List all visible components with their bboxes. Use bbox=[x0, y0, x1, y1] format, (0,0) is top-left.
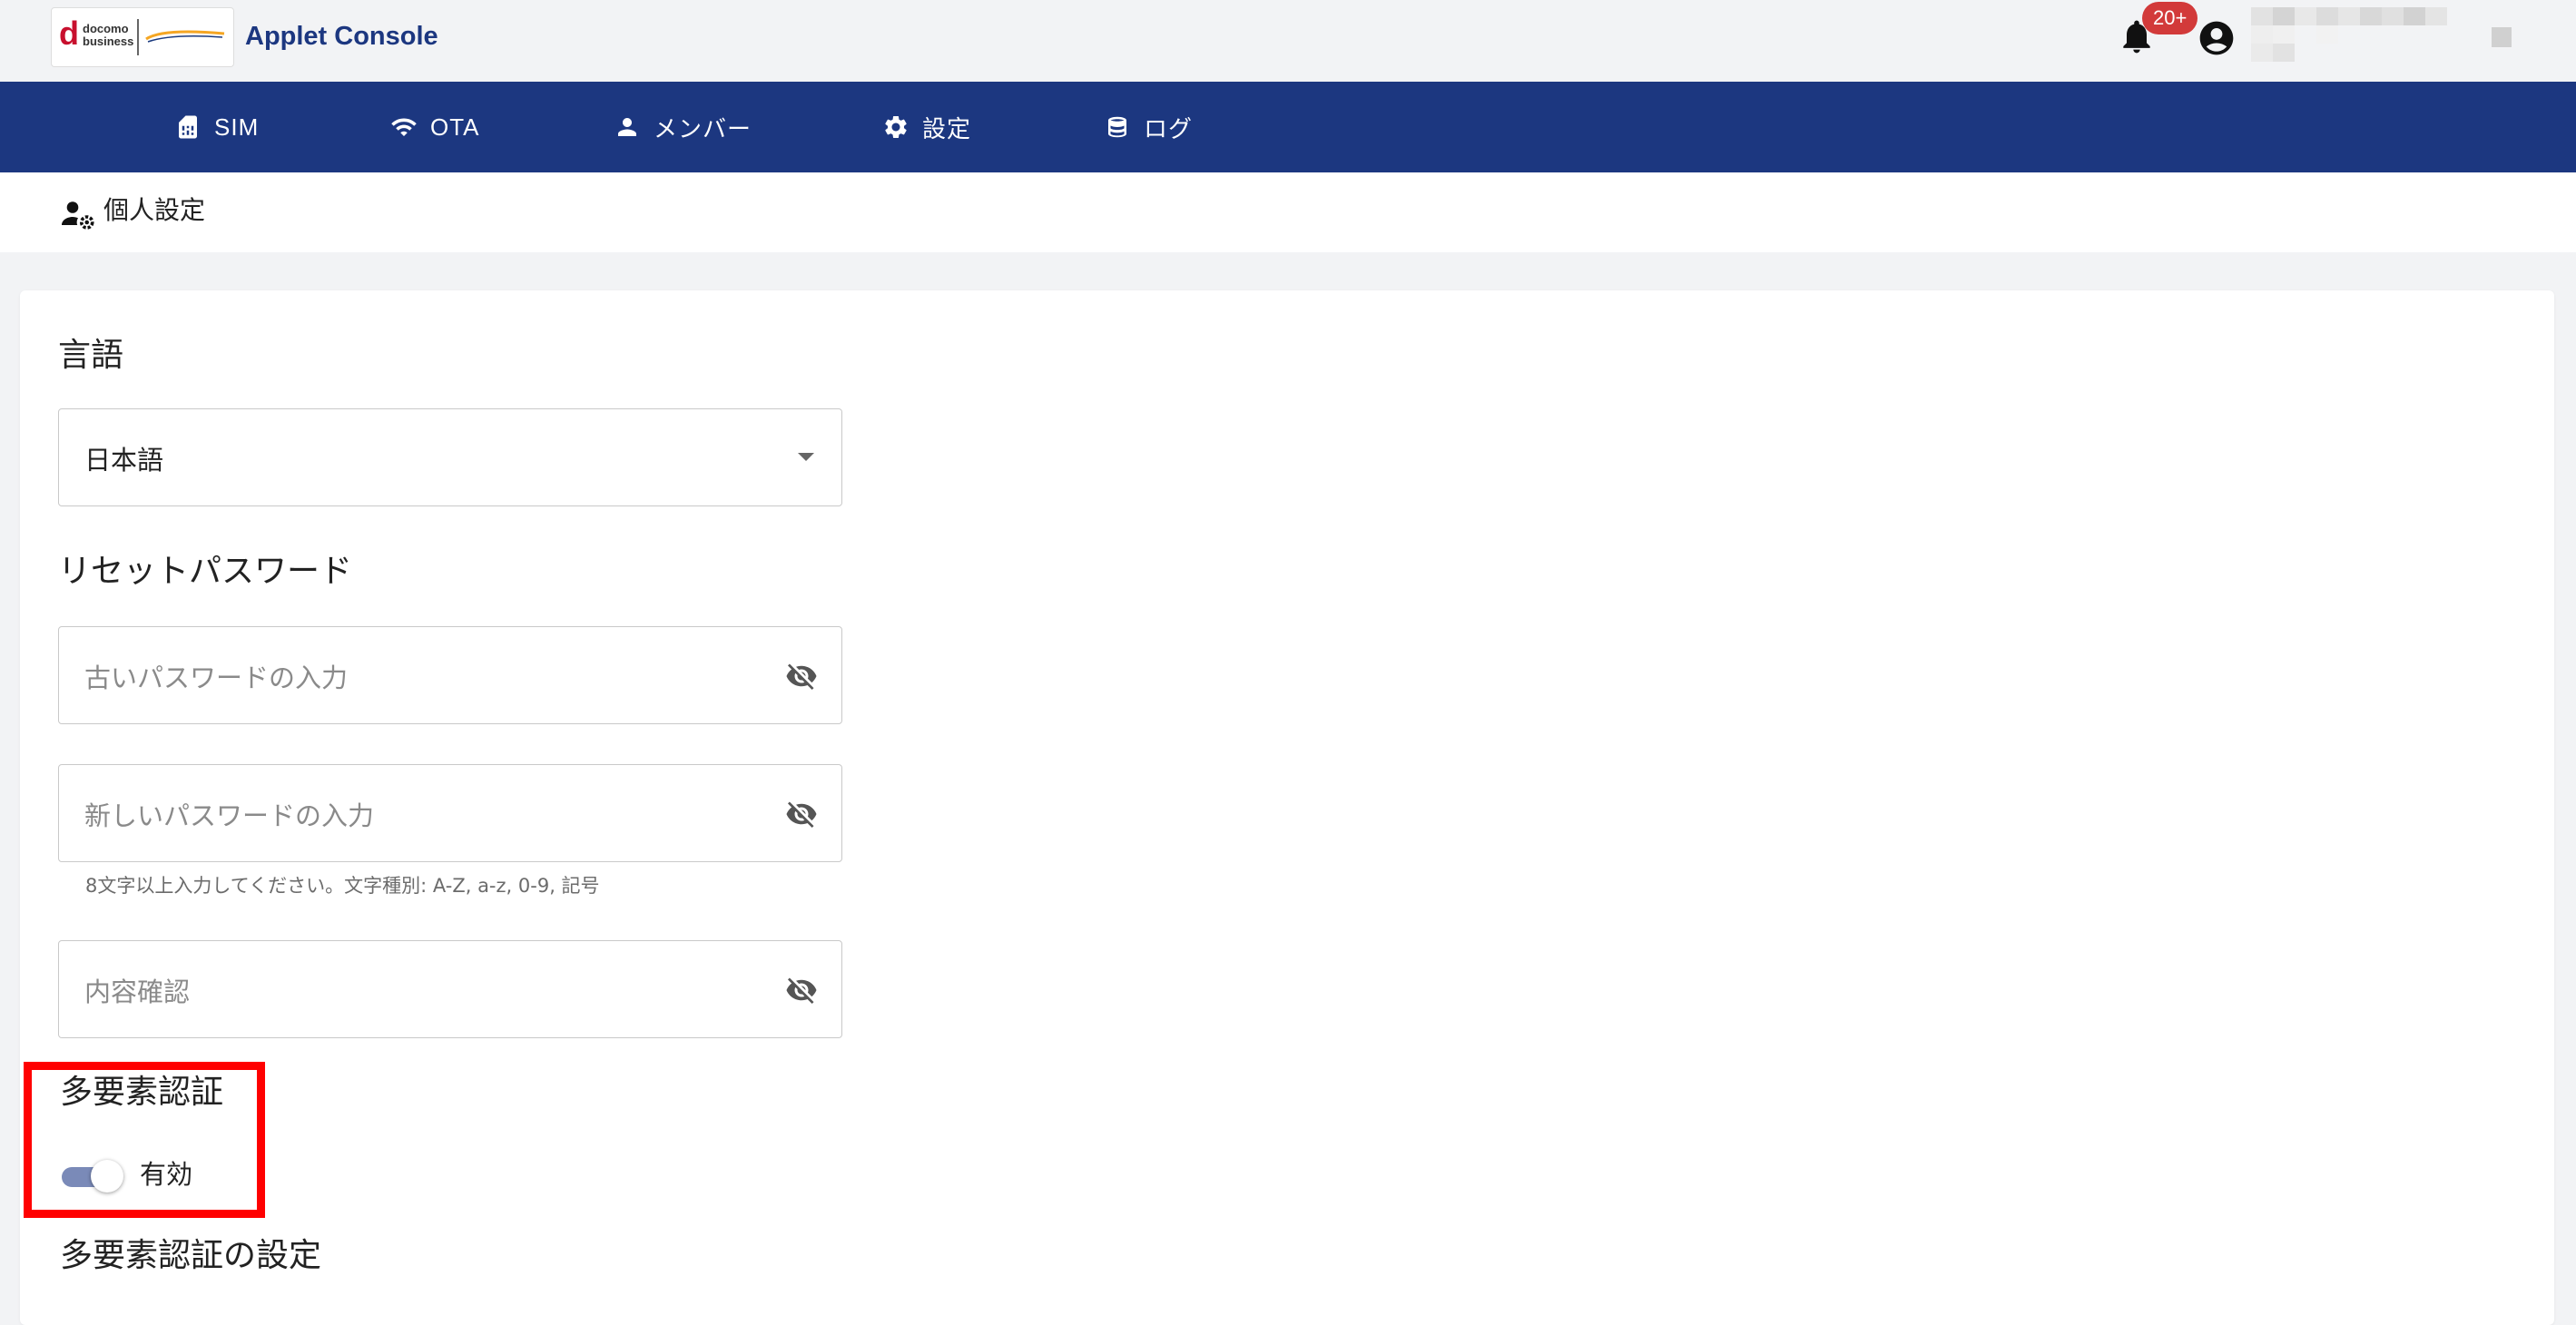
nav-item-label: OTA bbox=[430, 113, 480, 141]
notification-count-badge: 20+ bbox=[2142, 2, 2198, 34]
person-icon bbox=[618, 118, 636, 136]
visibility-off-icon[interactable] bbox=[782, 974, 821, 1006]
nav-item-ota[interactable]: OTA bbox=[390, 82, 480, 172]
nav-item-label: メンバー bbox=[654, 114, 752, 142]
password-hint: 8文字以上入力してください。文字種別: A-Z, a-z, 0-9, 記号 bbox=[85, 875, 600, 897]
main-nav: SIM OTA メンバー 設定 ログ bbox=[0, 82, 2576, 172]
sim-card-icon bbox=[179, 115, 197, 139]
brand-logo[interactable]: d docomo business bbox=[51, 7, 234, 67]
mfa-toggle-label: 有効 bbox=[140, 1159, 193, 1190]
top-header: d docomo business Applet Console 20+ bbox=[0, 0, 2576, 82]
new-password-placeholder: 新しいパスワードの入力 bbox=[84, 800, 375, 831]
mfa-toggle-switch[interactable] bbox=[62, 1160, 127, 1192]
logo-line-docomo: docomo bbox=[83, 22, 129, 35]
reset-password-section-title: リセットパスワード bbox=[58, 553, 353, 590]
nav-item-sim[interactable]: SIM bbox=[174, 82, 259, 172]
visibility-off-icon[interactable] bbox=[782, 660, 821, 692]
nav-item-logs[interactable]: ログ bbox=[1104, 82, 1193, 172]
visibility-off-icon[interactable] bbox=[782, 798, 821, 830]
page-title: 個人設定 bbox=[103, 195, 206, 225]
page-header: 個人設定 bbox=[0, 172, 2576, 252]
nav-item-label: ログ bbox=[1144, 114, 1194, 142]
account-circle-icon[interactable] bbox=[2197, 18, 2237, 58]
wifi-icon bbox=[391, 118, 417, 136]
user-settings-icon bbox=[62, 201, 94, 230]
language-select[interactable]: 日本語 bbox=[58, 408, 842, 506]
toggle-thumb bbox=[91, 1160, 123, 1192]
ntt-logo-icon bbox=[145, 30, 225, 43]
logo-divider bbox=[137, 19, 139, 55]
confirm-password-placeholder: 内容確認 bbox=[84, 977, 191, 1007]
language-selected-value: 日本語 bbox=[84, 445, 164, 476]
mfa-section-title: 多要素認証 bbox=[60, 1074, 224, 1111]
nav-item-members[interactable]: メンバー bbox=[614, 82, 752, 172]
window-control[interactable] bbox=[2492, 27, 2512, 47]
user-info-redacted[interactable] bbox=[2251, 7, 2469, 65]
logo-line-business: business bbox=[83, 34, 134, 48]
database-icon bbox=[1108, 116, 1126, 138]
old-password-placeholder: 古いパスワードの入力 bbox=[84, 662, 349, 693]
logo-mark: d bbox=[59, 15, 79, 52]
confirm-password-field[interactable]: 内容確認 bbox=[58, 940, 842, 1038]
language-section-title: 言語 bbox=[58, 337, 124, 374]
nav-item-settings[interactable]: 設定 bbox=[882, 82, 971, 172]
nav-item-label: 設定 bbox=[922, 114, 972, 142]
app-title: Applet Console bbox=[245, 22, 438, 51]
new-password-field[interactable]: 新しいパスワードの入力 bbox=[58, 764, 842, 862]
nav-item-label: SIM bbox=[214, 113, 260, 141]
old-password-field[interactable]: 古いパスワードの入力 bbox=[58, 626, 842, 724]
mfa-settings-title: 多要素認証の設定 bbox=[60, 1237, 322, 1274]
dropdown-caret-icon bbox=[798, 453, 814, 461]
gear-icon bbox=[885, 116, 907, 138]
